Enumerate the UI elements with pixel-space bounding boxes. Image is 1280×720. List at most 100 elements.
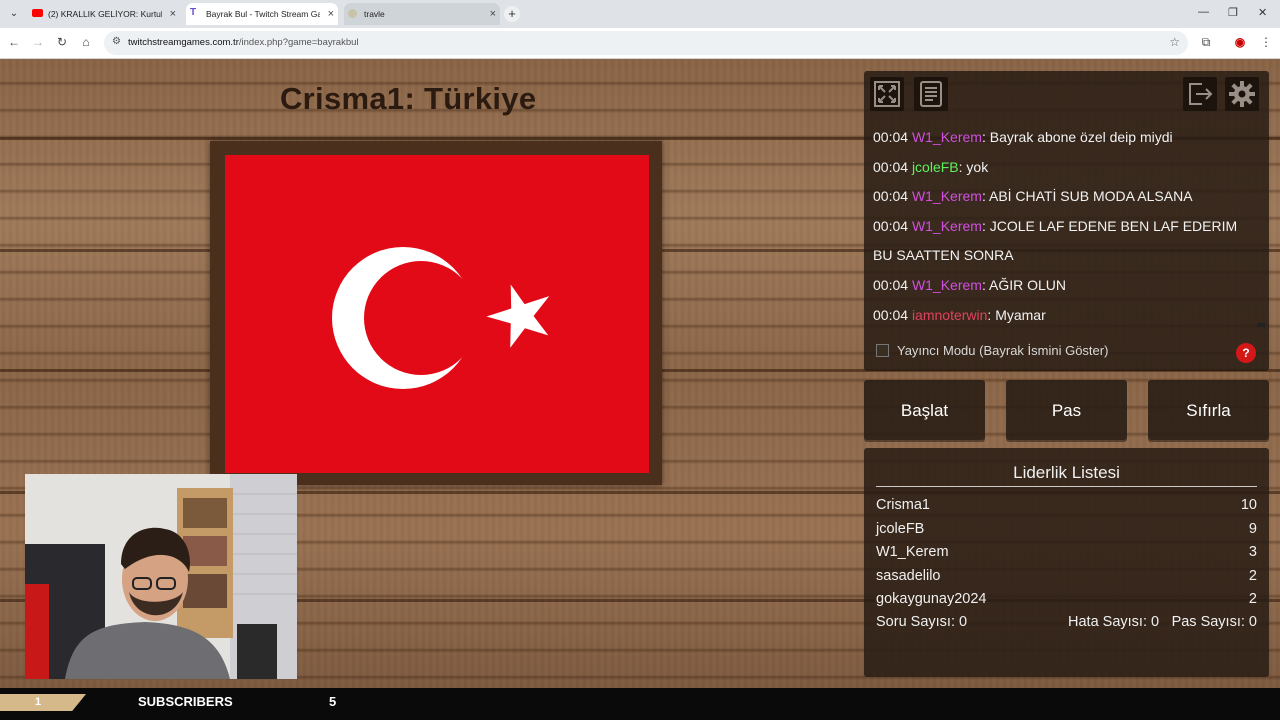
chat-username[interactable]: jcoleFB — [912, 159, 959, 175]
tab-close-icon[interactable]: × — [490, 3, 496, 25]
url-domain: twitchstreamgames.com.tr — [128, 37, 239, 48]
chat-username[interactable]: W1_Kerem — [912, 188, 982, 204]
chat-timestamp: 00:04 — [873, 276, 909, 293]
subscriber-ticker: 1 SUBSCRIBERS 5 — [0, 688, 1280, 720]
tab-close-icon[interactable]: × — [328, 3, 334, 25]
globe-icon — [348, 9, 357, 18]
tab-travle[interactable]: travle × — [344, 3, 500, 25]
leaderboard-panel: Liderlik Listesi Crisma1 10 jcoleFB 9 W1… — [864, 448, 1269, 677]
close-window-icon[interactable]: ✕ — [1258, 6, 1267, 19]
player-score: 2 — [1248, 591, 1257, 608]
game-stats: Soru Sayısı: 0 Hata Sayısı: 0 Pas Sayısı… — [876, 614, 1257, 634]
forward-icon[interactable]: → — [30, 35, 46, 49]
subscribers-count: 5 — [329, 694, 337, 709]
webcam-overlay — [25, 474, 297, 679]
url-input[interactable]: ⚙ twitchstreamgames.com.tr/index.php?gam… — [104, 31, 1188, 55]
player-score: 2 — [1248, 567, 1257, 584]
chat-message: 00:04 jcoleFB: yok — [873, 153, 1253, 183]
chat-timestamp: 00:04 — [873, 217, 909, 234]
chat-text: : ABİ CHATİ SUB MODA ALSANA — [981, 188, 1193, 205]
chat-username[interactable]: W1_Kerem — [912, 277, 982, 293]
player-score: 10 — [1240, 497, 1257, 513]
chat-timestamp: 00:04 — [873, 129, 909, 145]
restore-icon[interactable]: ❐ — [1228, 6, 1238, 19]
leaderboard-list: Crisma1 10 jcoleFB 9 W1_Kerem 3 sasadeli… — [876, 494, 1257, 612]
notes-button[interactable] — [914, 77, 948, 111]
leaderboard-title: Liderlik Listesi — [1013, 463, 1120, 482]
divider — [876, 486, 1257, 487]
chat-text: : Myamar — [987, 306, 1046, 323]
player-name: W1_Kerem — [876, 544, 949, 561]
player-score: 9 — [1248, 520, 1257, 537]
extensions-icon[interactable]: ⧉ — [1198, 35, 1214, 50]
chat-timestamp: 00:04 — [873, 306, 909, 323]
twitch-games-icon: T — [190, 7, 197, 18]
webcam-feed-image — [25, 474, 297, 679]
reload-icon[interactable]: ↻ — [54, 35, 70, 49]
player-name: Crisma1 — [876, 497, 930, 513]
leaderboard-row: W1_Kerem 3 — [876, 541, 1257, 565]
tab-youtube[interactable]: (2) KRALLIK GELİYOR: Kurtuluş Ş × — [28, 3, 180, 25]
player-name: jcoleFB — [876, 520, 925, 537]
rank-badge: 1 — [0, 694, 86, 711]
leaderboard-row: Crisma1 10 — [876, 494, 1257, 518]
player-name: sasadelilo — [876, 567, 941, 584]
error-count: Hata Sayısı: 0 — [1068, 614, 1160, 630]
browser-tab-bar: ⌄ (2) KRALLIK GELİYOR: Kurtuluş Ş × T Ba… — [0, 0, 1280, 28]
home-icon[interactable]: ⌂ — [78, 35, 94, 49]
chat-username[interactable]: W1_Kerem — [912, 129, 982, 145]
question-count: Soru Sayısı: 0 — [876, 614, 968, 630]
pass-button[interactable]: Pas — [1006, 380, 1127, 440]
new-tab-button[interactable]: + — [504, 6, 520, 22]
chat-text: : AĞIR OLUN — [981, 276, 1066, 293]
back-icon[interactable]: ← — [6, 35, 22, 49]
chat-username[interactable]: iamnoterwin — [912, 307, 987, 323]
logout-icon — [1189, 83, 1213, 105]
settings-button[interactable] — [1225, 77, 1259, 111]
player-name: gokaygunay2024 — [876, 591, 987, 608]
chat-text: : Bayrak abone özel deip miydi — [981, 129, 1173, 145]
browser-menu-icon[interactable]: ⋮ — [1258, 35, 1274, 49]
streamer-mode-checkbox[interactable] — [876, 344, 889, 357]
chat-scrollbar[interactable] — [1257, 323, 1265, 327]
flag-image — [225, 155, 649, 473]
reset-button[interactable]: Sıfırla — [1148, 380, 1269, 440]
document-icon — [920, 81, 942, 107]
turkey-flag-icon — [332, 247, 550, 389]
leaderboard-row: gokaygunay2024 2 — [876, 588, 1257, 612]
chat-panel: 00:04 W1_Kerem: Bayrak abone özel deip m… — [864, 71, 1269, 371]
tab-title: Bayrak Bul - Twitch Stream Gam — [206, 9, 320, 19]
bookmark-star-icon[interactable]: ☆ — [1169, 35, 1180, 49]
tab-search-icon[interactable]: ⌄ — [6, 6, 22, 22]
tab-bayrak-bul[interactable]: T Bayrak Bul - Twitch Stream Gam × — [186, 3, 338, 25]
start-button[interactable]: Başlat — [864, 380, 985, 440]
minimize-icon[interactable]: — — [1198, 6, 1209, 18]
fullscreen-icon — [874, 81, 900, 107]
youtube-icon — [32, 9, 43, 17]
tab-title: (2) KRALLIK GELİYOR: Kurtuluş Ş — [48, 9, 162, 19]
chat-username[interactable]: W1_Kerem — [912, 218, 982, 234]
gear-icon — [1229, 81, 1255, 107]
chat-message: 00:04 W1_Kerem: Bayrak abone özel deip m… — [873, 123, 1253, 153]
tab-close-icon[interactable]: × — [170, 3, 176, 25]
fullscreen-button[interactable] — [870, 77, 904, 111]
url-path: /index.php?game=bayrakbul — [238, 37, 359, 48]
streamer-mode-label: Yayıncı Modu (Bayrak İsmini Göster) — [897, 343, 1109, 358]
leaderboard-row: jcoleFB 9 — [876, 518, 1257, 542]
chat-timestamp: 00:04 — [873, 158, 909, 175]
chat-message: 00:04 W1_Kerem: JCOLE LAF EDENE BEN LAF … — [873, 212, 1253, 271]
tab-title: travle — [364, 9, 385, 19]
player-score: 3 — [1248, 544, 1257, 561]
streamer-mode-toggle[interactable]: Yayıncı Modu (Bayrak İsmini Göster) — [876, 343, 1108, 358]
site-info-icon[interactable]: ⚙ — [112, 36, 121, 47]
profile-icon[interactable]: ◉ — [1232, 35, 1248, 49]
chat-messages: 00:04 W1_Kerem: Bayrak abone özel deip m… — [873, 123, 1253, 330]
address-bar: ← → ↻ ⌂ ⚙ twitchstreamgames.com.tr/index… — [0, 28, 1280, 59]
leaderboard-row: sasadelilo 2 — [876, 565, 1257, 589]
game-title: Crisma1: Türkiye — [280, 81, 537, 116]
chat-message: 00:04 W1_Kerem: AĞIR OLUN — [873, 271, 1253, 301]
help-button[interactable]: ? — [1236, 343, 1256, 363]
chat-message: 00:04 iamnoterwin: Myamar — [873, 301, 1253, 331]
logout-button[interactable] — [1183, 77, 1217, 111]
chat-text: : yok — [958, 158, 989, 175]
